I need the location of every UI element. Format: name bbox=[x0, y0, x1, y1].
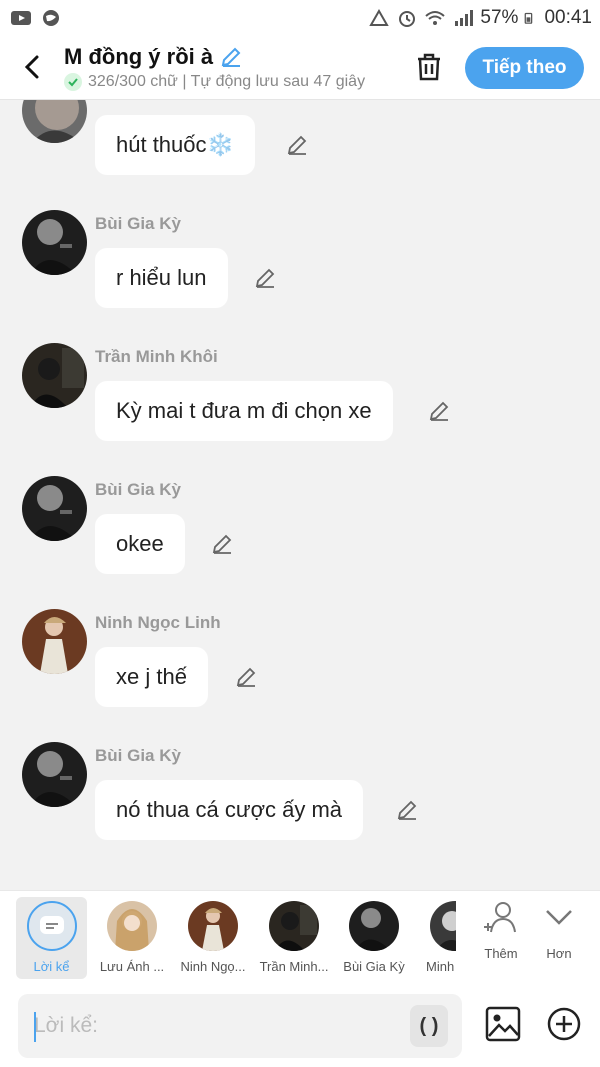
text-caret bbox=[34, 1012, 36, 1042]
message-text: xe j thế bbox=[116, 664, 187, 689]
chat-bubble-icon bbox=[39, 916, 64, 934]
avatar bbox=[188, 901, 238, 951]
composer: ( ) bbox=[0, 984, 600, 1067]
wifi-icon bbox=[425, 11, 446, 25]
save-status-text: 326/300 chữ | Tự động lưu sau 47 giây bbox=[88, 73, 366, 90]
signal-icon bbox=[455, 10, 474, 26]
check-icon bbox=[64, 73, 82, 91]
parenthesis-button[interactable]: ( ) bbox=[410, 1005, 448, 1047]
narrator-avatar bbox=[26, 901, 77, 951]
status-bar: 57% 00:41 bbox=[0, 0, 600, 36]
sender-name: Bùi Gia Kỳ bbox=[95, 746, 181, 765]
browser-icon bbox=[43, 10, 59, 26]
pencil-icon[interactable] bbox=[427, 399, 451, 423]
avatar bbox=[107, 901, 157, 951]
data-saver-icon bbox=[369, 9, 390, 26]
pencil-icon[interactable] bbox=[253, 266, 277, 290]
pencil-icon[interactable] bbox=[219, 45, 243, 69]
save-status: 326/300 chữ | Tự động lưu sau 47 giây bbox=[64, 73, 394, 91]
youtube-icon bbox=[11, 11, 31, 25]
narration-input[interactable] bbox=[18, 994, 462, 1058]
alarm-icon bbox=[399, 11, 416, 27]
trash-icon[interactable] bbox=[412, 50, 446, 84]
character-option[interactable]: Lưu Ánh ... bbox=[92, 899, 172, 974]
avatar bbox=[269, 901, 319, 951]
pencil-icon[interactable] bbox=[234, 665, 258, 689]
sender-name: Trần Minh Khôi bbox=[95, 347, 218, 366]
character-name: Minh bbox=[426, 959, 455, 974]
avatar[interactable] bbox=[22, 742, 87, 807]
character-option[interactable]: Ninh Ngọ... bbox=[173, 899, 253, 974]
message-bubble[interactable]: hút thuốc❄️ bbox=[95, 115, 255, 175]
clock: 00:41 bbox=[544, 7, 592, 28]
message-text: hút thuốc❄️ bbox=[116, 132, 234, 157]
message-text: Kỳ mai t đưa m đi chọn xe bbox=[116, 398, 372, 423]
add-person-icon bbox=[484, 902, 516, 933]
character-option[interactable]: Minh bbox=[412, 899, 456, 974]
character-selector: Lời kể Lưu Ánh ... Ninh Ngọ... Trần Minh… bbox=[0, 890, 600, 984]
avatar[interactable] bbox=[22, 210, 87, 275]
chat-area: hút thuốc❄️ Bùi Gia Kỳ r hiểu lun Trần M… bbox=[0, 100, 600, 890]
title-block: M đồng ý rồi à 326/300 chữ | Tự động lưu… bbox=[64, 44, 394, 91]
character-name: Lưu Ánh ... bbox=[99, 959, 165, 974]
narrator-option[interactable]: Lời kể bbox=[16, 897, 87, 979]
message-bubble[interactable]: r hiểu lun bbox=[95, 248, 228, 308]
message-bubble[interactable]: xe j thế bbox=[95, 647, 208, 707]
avatar bbox=[430, 901, 456, 951]
message-text: r hiểu lun bbox=[116, 265, 207, 290]
message-text: okee bbox=[116, 531, 164, 556]
avatar[interactable] bbox=[22, 100, 87, 143]
image-icon[interactable] bbox=[485, 1006, 521, 1042]
add-circle-icon[interactable] bbox=[546, 1006, 582, 1042]
pencil-icon[interactable] bbox=[395, 798, 419, 822]
avatar[interactable] bbox=[22, 343, 87, 408]
character-option[interactable]: Trần Minh... bbox=[254, 899, 334, 974]
character-name: Ninh Ngọ... bbox=[180, 959, 246, 974]
character-name: Bùi Gia Kỳ bbox=[343, 959, 405, 974]
story-title[interactable]: M đồng ý rồi à bbox=[64, 44, 394, 70]
pencil-icon[interactable] bbox=[210, 532, 234, 556]
message-bubble[interactable]: okee bbox=[95, 514, 185, 574]
avatar[interactable] bbox=[22, 476, 87, 541]
character-name: Trần Minh... bbox=[259, 959, 329, 974]
character-option[interactable]: Bùi Gia Kỳ bbox=[334, 899, 414, 974]
message-text: nó thua cá cược ấy mà bbox=[116, 797, 343, 822]
avatar bbox=[349, 901, 399, 951]
narrator-label: Lời kể bbox=[33, 959, 70, 974]
editor-header: M đồng ý rồi à 326/300 chữ | Tự động lưu… bbox=[0, 36, 600, 100]
more-label: Hơn bbox=[546, 946, 572, 961]
chevron-down-icon bbox=[546, 910, 572, 925]
message-bubble[interactable]: nó thua cá cược ấy mà bbox=[95, 780, 364, 840]
sender-name: Bùi Gia Kỳ bbox=[95, 214, 181, 233]
pencil-icon[interactable] bbox=[285, 133, 309, 157]
avatar[interactable] bbox=[22, 609, 87, 674]
more-button[interactable]: Hơn bbox=[519, 899, 599, 961]
back-arrow-icon[interactable] bbox=[18, 52, 48, 82]
battery-icon bbox=[525, 12, 533, 24]
message-bubble[interactable]: Kỳ mai t đưa m đi chọn xe bbox=[95, 381, 393, 441]
story-title-text: M đồng ý rồi à bbox=[64, 44, 214, 69]
sender-name: Bùi Gia Kỳ bbox=[95, 480, 181, 499]
next-button[interactable]: Tiếp theo bbox=[465, 47, 584, 89]
battery-percent: 57% bbox=[480, 7, 519, 28]
sender-name: Ninh Ngọc Linh bbox=[95, 613, 221, 632]
